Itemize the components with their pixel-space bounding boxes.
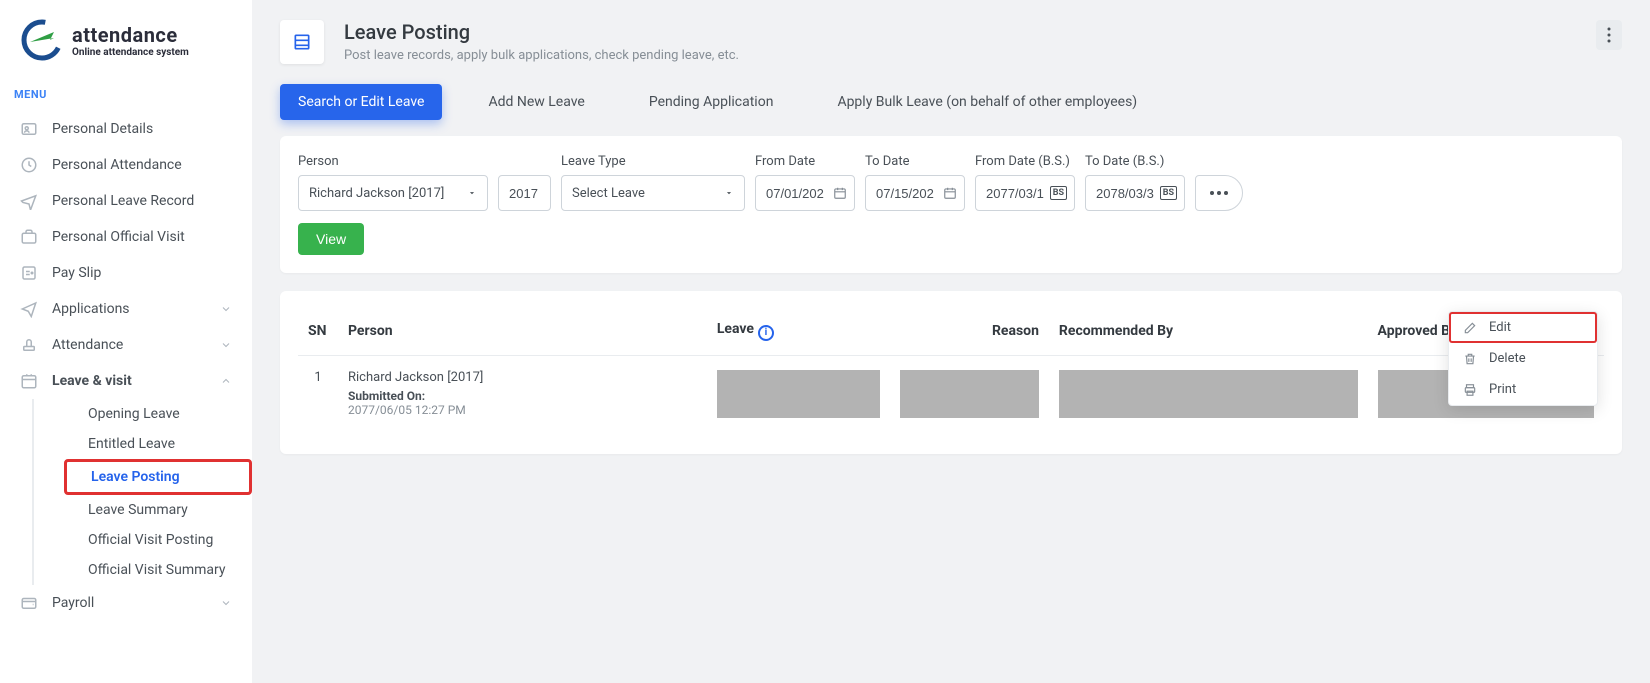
sidebar-sub-leave-posting[interactable]: Leave Posting [64,459,252,495]
sidebar-item-attendance[interactable]: Attendance [0,327,252,363]
tab-bulk[interactable]: Apply Bulk Leave (on behalf of other emp… [819,84,1155,120]
stamp-icon [20,336,38,354]
ctx-edit[interactable]: Edit [1449,312,1597,343]
chevron-down-icon [220,339,232,351]
chevron-down-icon [220,597,232,609]
sidebar-item-label: Personal Official Visit [52,229,185,245]
receipt-icon [20,264,38,282]
menu-header: MENU [0,82,252,111]
calendar-icon[interactable] [833,186,847,200]
logo-title: attendance [72,23,189,47]
sidebar-item-leave-visit[interactable]: Leave & visit [0,363,252,399]
header-more-button[interactable] [1596,20,1622,50]
table-row[interactable]: 1 Richard Jackson [2017] Submitted On: 2… [298,355,1604,432]
year-input[interactable] [498,175,551,211]
cell-sn: 1 [298,355,338,432]
redacted-block [900,370,1039,418]
bs-calendar-icon[interactable]: BS [1050,186,1067,200]
sidebar-item-payroll[interactable]: Payroll [0,585,252,621]
clock-icon [20,156,38,174]
view-button[interactable]: View [298,223,364,255]
sidebar-sub-opening-leave[interactable]: Opening Leave [64,399,252,429]
redacted-block [1059,370,1358,418]
sidebar-item-label: Pay Slip [52,265,101,281]
logo-sub: Online attendance system [72,47,189,58]
chevron-up-icon [220,375,232,387]
sidebar: attendance Online attendance system MENU… [0,0,252,683]
leave-type-select[interactable]: Select Leave [561,175,745,211]
sidebar-item-label: Applications [52,301,130,317]
cell-leave [707,355,890,432]
logo[interactable]: attendance Online attendance system [0,18,252,82]
sidebar-item-personal-attendance[interactable]: Personal Attendance [0,147,252,183]
sidebar-sub-leave-summary[interactable]: Leave Summary [64,495,252,525]
from-date-label: From Date [755,154,855,169]
filter-panel: Person Richard Jackson [2017] Leave Type [280,136,1622,273]
page-subtitle: Post leave records, apply bulk applicati… [344,48,739,63]
more-filters-button[interactable] [1195,175,1243,211]
main-content: Leave Posting Post leave records, apply … [252,0,1650,683]
plane-icon [20,192,38,210]
col-person: Person [338,313,707,355]
printer-icon [1463,383,1477,397]
to-bs-label: To Date (B.S.) [1085,154,1185,169]
chevron-down-icon [467,188,477,198]
pencil-icon [1463,321,1477,335]
sidebar-item-personal-details[interactable]: Personal Details [0,111,252,147]
ctx-print[interactable]: Print [1449,374,1597,405]
col-sn: SN [298,313,338,355]
sidebar-item-pay-slip[interactable]: Pay Slip [0,255,252,291]
sidebar-sub-official-visit-summary[interactable]: Official Visit Summary [64,555,252,585]
id-card-icon [20,120,38,138]
calendar-grid-icon [20,372,38,390]
sidebar-sub-official-visit-posting[interactable]: Official Visit Posting [64,525,252,555]
col-recommended: Recommended By [1049,313,1368,355]
sidebar-item-applications[interactable]: Applications [0,291,252,327]
sidebar-item-personal-leave-record[interactable]: Personal Leave Record [0,183,252,219]
tab-add-new[interactable]: Add New Leave [470,84,602,120]
tab-pending[interactable]: Pending Application [631,84,792,120]
page-header-icon [280,20,324,64]
context-menu: Edit Delete Print [1448,311,1598,406]
page-title: Leave Posting [344,20,739,44]
sidebar-item-label: Attendance [52,337,123,353]
cell-reason [890,355,1049,432]
info-icon[interactable]: i [758,325,774,341]
tab-bar: Search or Edit Leave Add New Leave Pendi… [252,84,1650,136]
sidebar-item-personal-official-visit[interactable]: Personal Official Visit [0,219,252,255]
trash-icon [1463,352,1477,366]
from-bs-label: From Date (B.S.) [975,154,1075,169]
page-header: Leave Posting Post leave records, apply … [252,0,1650,84]
sidebar-item-label: Personal Leave Record [52,193,194,209]
results-panel: SN Person Leavei Reason Recommended By A… [280,291,1622,454]
leave-type-label: Leave Type [561,154,745,169]
sidebar-sub-entitled-leave[interactable]: Entitled Leave [64,429,252,459]
chevron-down-icon [220,303,232,315]
ctx-delete[interactable]: Delete [1449,343,1597,374]
redacted-block [717,370,880,418]
tab-search-edit[interactable]: Search or Edit Leave [280,84,442,120]
sidebar-item-label: Leave & visit [52,373,132,389]
chevron-down-icon [724,188,734,198]
sidebar-item-label: Personal Attendance [52,157,182,173]
sidebar-item-label: Payroll [52,595,94,611]
send-icon [20,300,38,318]
bs-calendar-icon[interactable]: BS [1160,186,1177,200]
col-leave: Leavei [707,313,890,355]
sidebar-item-label: Personal Details [52,121,153,137]
logo-icon [20,18,64,62]
briefcase-icon [20,228,38,246]
sidebar-subgroup-leave-visit: Opening Leave Entitled Leave Leave Posti… [32,399,252,585]
calendar-icon[interactable] [943,186,957,200]
wallet-icon [20,594,38,612]
col-reason: Reason [890,313,1049,355]
results-table: SN Person Leavei Reason Recommended By A… [298,313,1604,432]
cell-recommended [1049,355,1368,432]
person-select[interactable]: Richard Jackson [2017] [298,175,488,211]
to-date-label: To Date [865,154,965,169]
person-label: Person [298,154,488,169]
cell-person: Richard Jackson [2017] Submitted On: 207… [338,355,707,432]
